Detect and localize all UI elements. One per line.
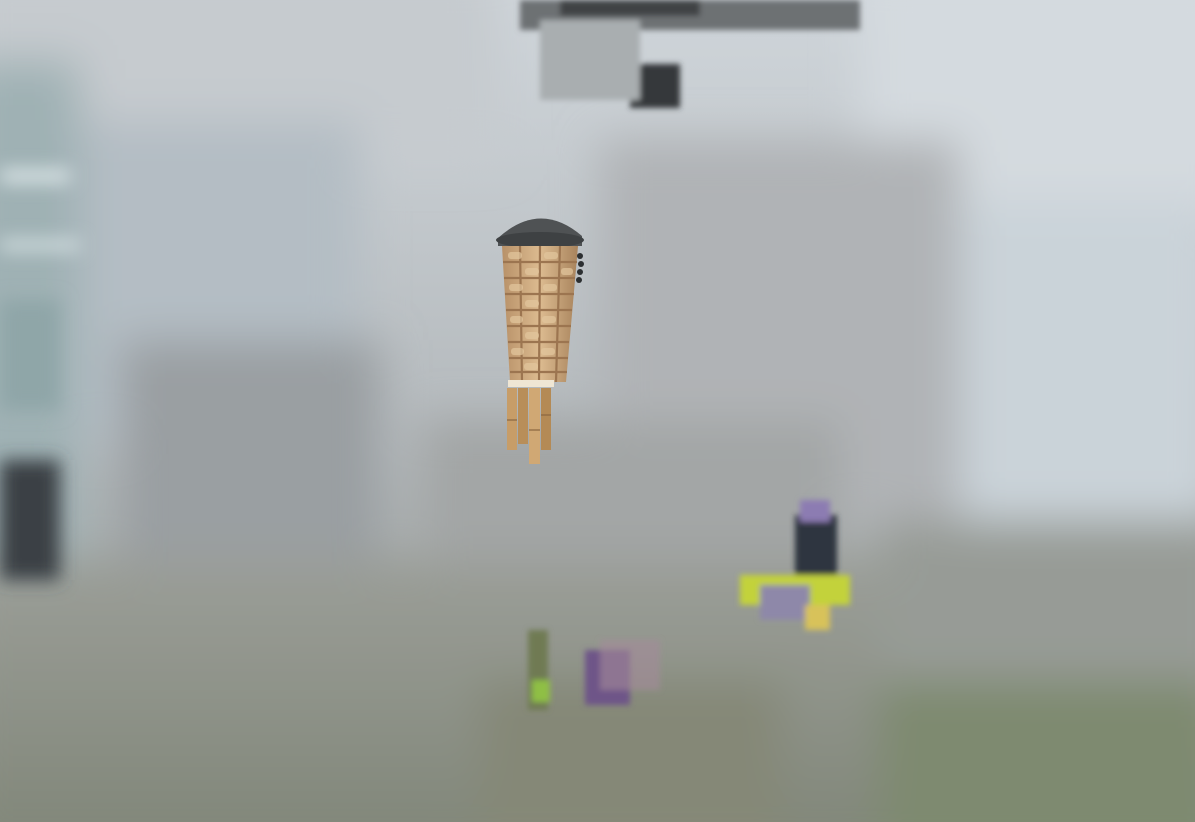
photo-canvas: [0, 0, 1195, 822]
photo-scene: [0, 0, 1195, 822]
